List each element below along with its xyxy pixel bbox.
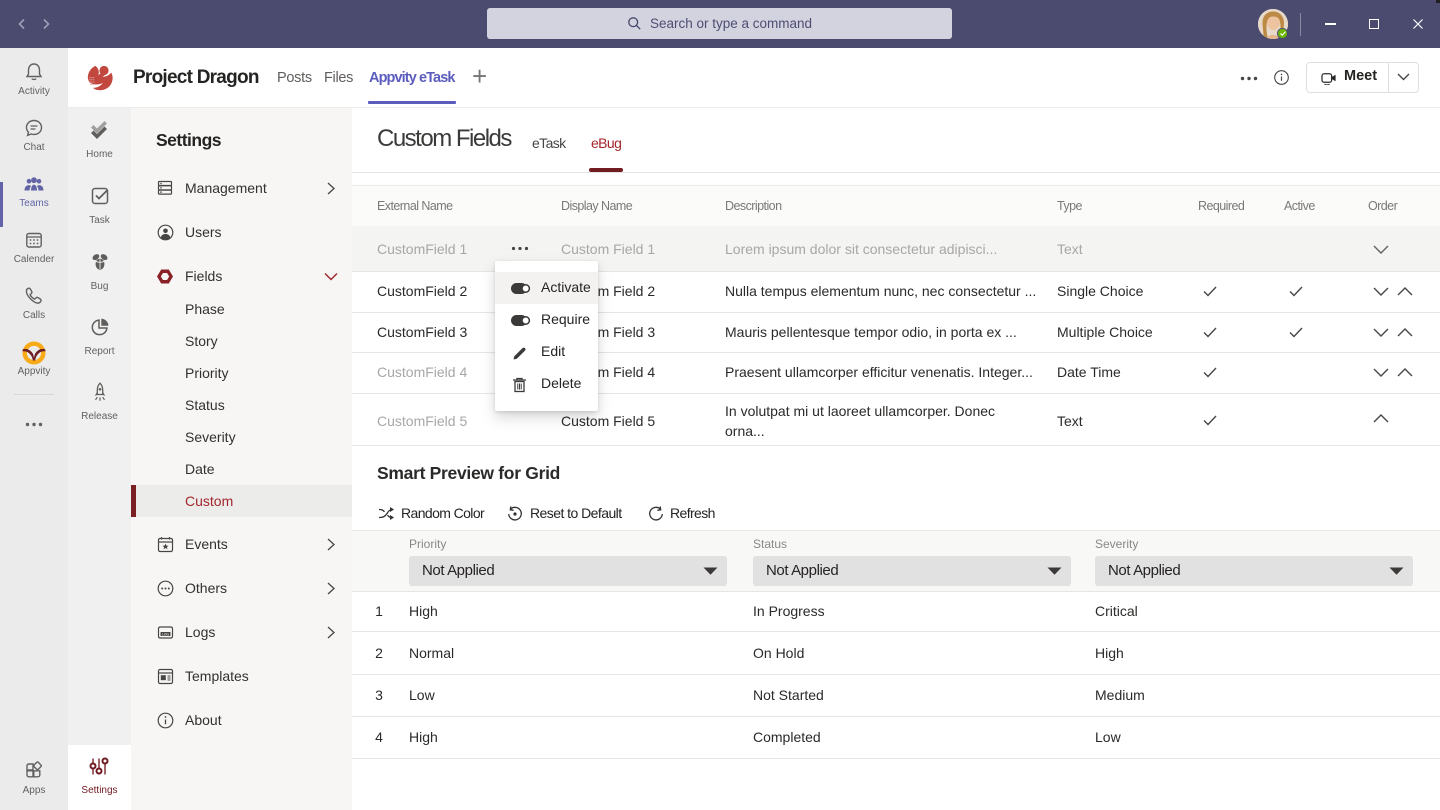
svg-text:LOG: LOG: [162, 632, 170, 636]
